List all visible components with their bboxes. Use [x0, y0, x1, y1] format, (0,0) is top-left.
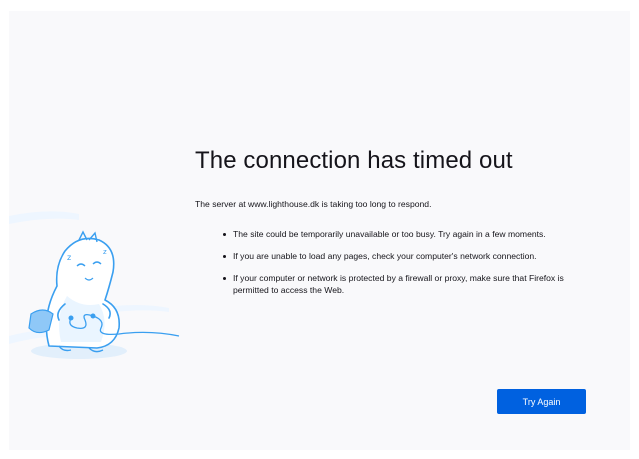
error-content: The connection has timed out The server … [195, 147, 595, 306]
error-page: z z The connection has timed out The ser… [9, 11, 630, 450]
suggestion-list: The site could be temporarily unavailabl… [195, 228, 595, 296]
error-title: The connection has timed out [195, 147, 513, 174]
timed-out-dinosaur-illustration: z z [9, 211, 180, 359]
suggestion-item: The site could be temporarily unavailabl… [223, 228, 583, 240]
browser-viewport: z z The connection has timed out The ser… [0, 0, 639, 459]
suggestion-item: If you are unable to load any pages, che… [223, 250, 583, 262]
error-description: The server at www.lighthouse.dk is takin… [195, 199, 432, 209]
suggestion-item: If your computer or network is protected… [223, 272, 583, 296]
svg-text:z: z [103, 248, 107, 256]
svg-text:z: z [67, 253, 71, 262]
try-again-button[interactable]: Try Again [497, 389, 586, 414]
